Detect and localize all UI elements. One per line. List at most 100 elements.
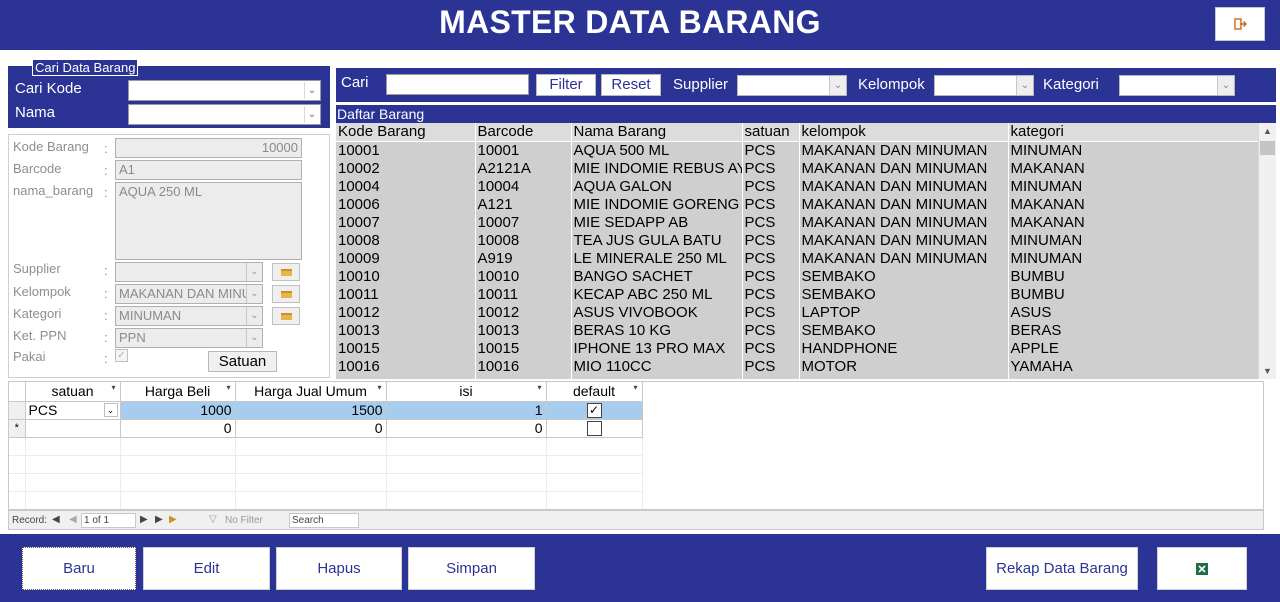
kode-barang-field[interactable]: 10000 [115,138,302,158]
prev-record-icon[interactable]: ◀ [69,514,77,525]
supplier-browse-button[interactable] [272,263,300,281]
empty-cell [386,491,547,509]
table-row[interactable]: 1001710017HONDA BATPCSMOTORHONDA [336,376,1258,379]
satuan-button[interactable]: Satuan [208,351,277,372]
new-record-icon[interactable]: ▶ [169,514,177,525]
barcode-field[interactable]: A1 [115,160,302,180]
table-cell: BERAS [1008,322,1258,340]
table-row[interactable]: 10016 10016 MIO 110CC PCS MOTOR YAMAHA [336,358,1258,376]
column-dropdown-icon[interactable]: ▾ [537,383,541,392]
empty-cell [546,437,643,456]
sub-cell-satuan[interactable]: PCS ⌄ [25,401,121,420]
sub-cell-isi[interactable]: 0 [386,419,547,438]
product-list[interactable]: Kode Barang Barcode Nama Barang satuan kelom… [336,123,1258,379]
row-selector[interactable] [9,401,26,420]
baru-button[interactable]: Baru [22,547,136,590]
table-cell: MINUMAN [1008,250,1258,268]
kategori-browse-button[interactable] [272,307,300,325]
table-row[interactable]: 10001 10001 AQUA 500 ML PCS MAKANAN DAN MINU… [336,141,1258,160]
table-row[interactable]: 10015 10015 IPHONE 13 PRO MAX PCS HANDPHONE A… [336,340,1258,358]
sub-cell-default[interactable]: ✓ [546,401,643,420]
empty-cell [9,437,26,456]
sub-column-header[interactable]: isi ▾ [386,382,547,402]
sub-cell-harga-beli[interactable]: 0 [120,419,236,438]
first-record-icon[interactable]: ◀ [52,514,60,525]
column-dropdown-icon[interactable]: ▾ [377,383,381,392]
sub-column-header[interactable]: Harga Jual Umum ▾ [235,382,387,402]
rekap-data-barang-button[interactable]: Rekap Data Barang [986,547,1138,590]
kategori-filter-combo[interactable]: ⌄ [1119,75,1235,96]
edit-button[interactable]: Edit [143,547,270,590]
table-cell: PCS [742,286,800,304]
next-record-icon[interactable]: ▶ [140,514,148,525]
table-row[interactable]: 10009 A919 LE MINERALE 250 ML PCS MAKANAN DA… [336,250,1258,268]
pakai-checkbox[interactable]: ✓ [115,349,128,362]
sub-column-header[interactable]: Harga Beli ▾ [120,382,236,402]
sub-column-header[interactable]: default ▾ [546,382,643,402]
export-excel-button[interactable] [1157,547,1247,590]
filter-button[interactable]: Filter [536,74,596,96]
reset-button[interactable]: Reset [601,74,661,96]
scroll-up-icon[interactable]: ▲ [1259,123,1276,139]
default-checkbox[interactable] [586,421,602,437]
sub-column-label: default [572,383,616,400]
kelompok-browse-button[interactable] [272,285,300,303]
nama-barang-field[interactable]: AQUA 250 ML [115,182,302,260]
table-cell: MAKANAN DAN MINUMAN [799,250,1009,268]
unit-price-grid[interactable]: satuan ▾ Harga Beli ▾ Harga Jual Umum ▾ isi ▾ de… [8,381,1264,510]
table-row[interactable]: 10008 10008 TEA JUS GULA BATU PCS MAKANAN DA… [336,232,1258,250]
kelompok-filter-combo[interactable]: ⌄ [934,75,1034,96]
record-position[interactable]: 1 of 1 [81,513,136,528]
table-row[interactable]: PCS ⌄ 1000 1500 1 ✓ [9,401,643,420]
kelompok-field[interactable]: MAKANAN DAN MINUMAN [115,284,263,304]
column-dropdown-icon[interactable]: ▾ [226,383,230,392]
column-dropdown-icon[interactable]: ▾ [633,383,637,392]
list-column-header[interactable]: kelompok [799,123,1009,142]
hapus-button[interactable]: Hapus [276,547,402,590]
table-row[interactable]: 10006 A121 MIE INDOMIE GORENG PCS MAKANAN DA… [336,196,1258,214]
list-column-header[interactable]: Barcode [475,123,572,142]
list-scrollbar[interactable]: ▲ ▼ [1258,123,1276,379]
sub-cell-isi[interactable]: 1 [386,401,547,420]
row-selector[interactable]: * [9,419,26,438]
scroll-thumb[interactable] [1260,141,1275,155]
scroll-down-icon[interactable]: ▼ [1259,363,1276,379]
cari-kode-combo[interactable]: ⌄ [128,80,321,101]
simpan-button[interactable]: Simpan [408,547,535,590]
table-row[interactable]: 10011 10011 KECAP ABC 250 ML PCS SEMBAKO BUMB… [336,286,1258,304]
nama-combo[interactable]: ⌄ [128,104,321,125]
list-column-header[interactable]: Kode Barang [336,123,476,142]
table-row[interactable]: 10010 10010 BANGO SACHET PCS SEMBAKO BUMBU [336,268,1258,286]
default-checkbox[interactable]: ✓ [586,403,602,419]
sub-cell-satuan[interactable] [25,419,121,438]
table-row[interactable]: 10013 10013 BERAS 10 KG PCS SEMBAKO BERAS [336,322,1258,340]
chevron-down-icon: ⌄ [246,263,262,281]
exit-button[interactable] [1215,7,1265,41]
chevron-down-icon[interactable]: ⌄ [103,402,118,417]
table-row[interactable]: 10004 10004 AQUA GALON PCS MAKANAN DAN MINUM… [336,178,1258,196]
sub-column-header[interactable]: satuan ▾ [25,382,121,402]
list-column-header[interactable]: kategori [1008,123,1258,142]
table-row[interactable]: 10007 10007 MIE SEDAPP AB PCS MAKANAN DAN MI… [336,214,1258,232]
pakai-label: Pakai [13,349,46,364]
column-dropdown-icon[interactable]: ▾ [111,383,115,392]
no-filter-label[interactable]: No Filter [225,515,263,526]
table-cell: A919 [475,250,572,268]
list-column-header[interactable]: satuan [742,123,800,142]
filter-icon[interactable]: ▽ [209,514,217,525]
table-row[interactable]: 10012 10012 ASUS VIVOBOOK PCS LAPTOP ASUS [336,304,1258,322]
cari-input[interactable] [386,74,529,95]
sub-cell-harga-jual[interactable]: 1500 [235,401,387,420]
ket-ppn-field[interactable]: PPN [115,328,263,348]
supplier-filter-combo[interactable]: ⌄ [737,75,847,96]
nav-search-input[interactable]: Search [289,513,359,528]
supplier-field[interactable] [115,262,263,282]
last-record-icon[interactable]: ▶ [155,514,163,525]
sub-cell-harga-jual[interactable]: 0 [235,419,387,438]
sub-cell-default[interactable] [546,419,643,438]
list-column-header[interactable]: Nama Barang [571,123,743,142]
table-row[interactable]: 10002A2121AMIE INDOMIE REBUS AYAMPCSMAKA… [336,160,1258,178]
table-row[interactable]: * 0 0 0 [9,419,643,438]
kategori-field[interactable]: MINUMAN [115,306,263,326]
sub-cell-harga-beli[interactable]: 1000 [120,401,236,420]
